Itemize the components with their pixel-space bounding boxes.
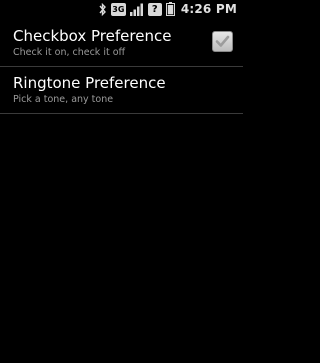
signal-strength-icon — [129, 2, 144, 16]
ringtone-preference-title: Ringtone Preference — [13, 74, 166, 92]
ringtone-preference-item[interactable]: Ringtone Preference Pick a tone, any ton… — [0, 67, 243, 114]
checkbox-preference-title: Checkbox Preference — [13, 27, 172, 45]
checkbox-preference-summary: Check it on, check it off — [13, 47, 126, 58]
bluetooth-icon — [98, 2, 107, 16]
alert-icon: ? — [147, 2, 162, 16]
battery-icon — [165, 2, 175, 16]
checkbox-preference-item[interactable]: Checkbox Preference Check it on, check i… — [0, 20, 243, 67]
screen: 3G ? 4:26 PM Checkbox Preference Check i… — [0, 0, 243, 363]
checkmark-icon — [215, 35, 230, 47]
status-time: 4:26 PM — [180, 2, 237, 16]
preference-list: Checkbox Preference Check it on, check i… — [0, 20, 243, 114]
network-3g-icon: 3G — [110, 2, 126, 16]
ringtone-preference-summary: Pick a tone, any tone — [13, 94, 114, 105]
status-bar: 3G ? 4:26 PM — [0, 0, 243, 18]
preference-checkbox[interactable] — [212, 31, 233, 52]
divider — [0, 113, 243, 114]
